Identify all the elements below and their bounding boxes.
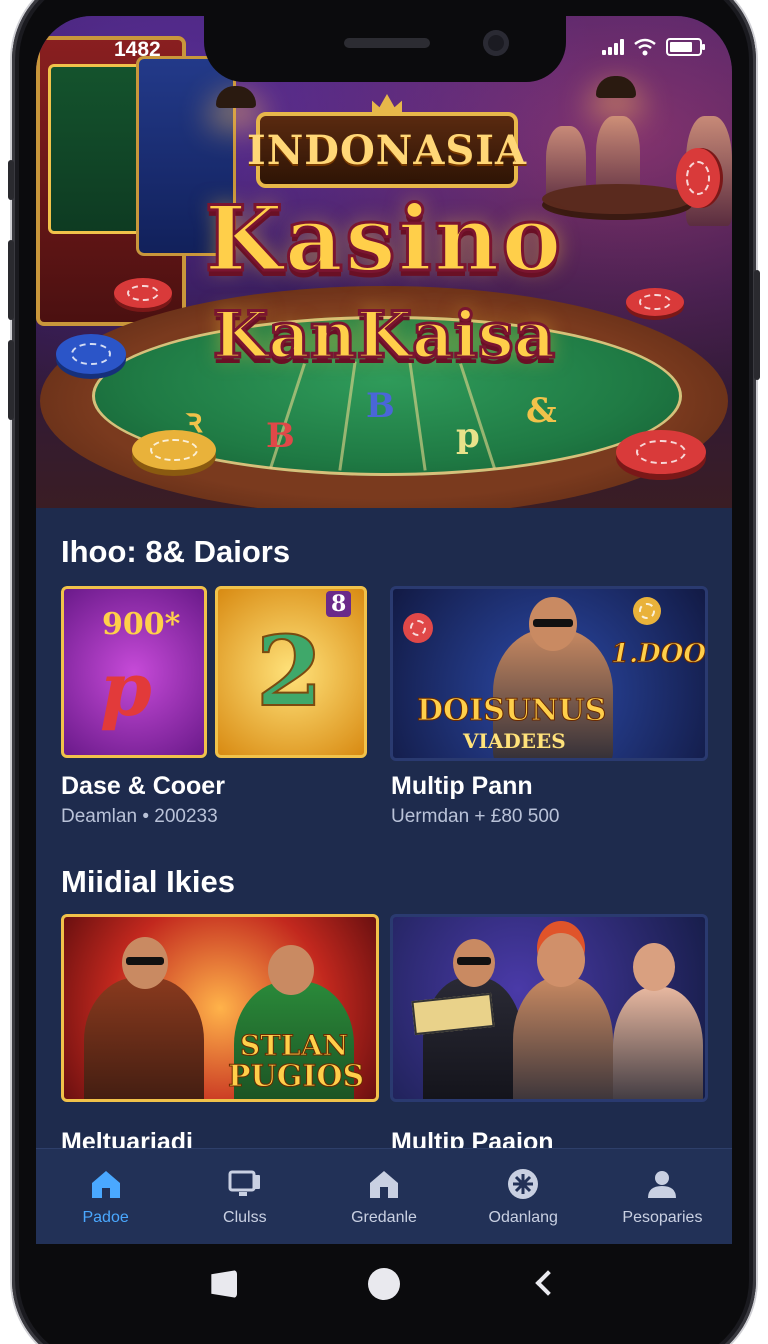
hero-title-plate: INDONASIA bbox=[247, 112, 526, 188]
poker-chip-icon bbox=[132, 430, 216, 470]
nav-label-odanlang: Odanlang bbox=[488, 1208, 558, 1226]
game-tile-gold: 2 8 bbox=[215, 586, 367, 758]
status-time: 1482 bbox=[114, 38, 161, 61]
nav-item-gredanle[interactable]: Gredanle bbox=[314, 1149, 453, 1244]
system-back-button[interactable] bbox=[531, 1269, 557, 1299]
nav-label-pesoparies: Pesoparies bbox=[622, 1208, 703, 1226]
bottom-navigation: Padoe Clulss Gredanle Odanlang Pesoparie… bbox=[36, 1148, 732, 1244]
home-icon bbox=[91, 1170, 120, 1198]
cell-signal-icon bbox=[602, 39, 624, 55]
hero-logo-line1: Kasino bbox=[203, 185, 564, 294]
status-icons bbox=[602, 38, 705, 56]
nav-label-clulss: Clulss bbox=[223, 1208, 267, 1226]
recent-apps-button[interactable] bbox=[211, 1270, 238, 1298]
power-button bbox=[754, 270, 760, 380]
system-home-button[interactable] bbox=[367, 1268, 400, 1300]
game-card-meltuariadi[interactable]: STLAN PUGIOS bbox=[61, 914, 379, 1102]
game-card-dase-cooer[interactable]: 900* p 2 8 bbox=[61, 586, 369, 761]
nav-item-clulss[interactable]: Clulss bbox=[175, 1149, 314, 1244]
card-title-dase-cooer: Dase & Cooer bbox=[61, 772, 225, 800]
ceiling-lamp-icon bbox=[216, 86, 256, 108]
section-title-bottom: Miidial Ikies bbox=[61, 864, 236, 899]
profile-icon bbox=[648, 1170, 677, 1198]
hero-banner[interactable]: ꝛ B B p & INDONASIA Kasino KanKaisa bbox=[36, 16, 732, 508]
front-camera-icon bbox=[483, 30, 509, 56]
card-subtitle-multip-pann: Uermdan + £80 500 bbox=[391, 806, 560, 827]
mute-switch bbox=[8, 160, 14, 200]
hero-plate-text: INDONASIA bbox=[246, 126, 528, 174]
wifi-icon bbox=[634, 38, 656, 56]
hero-logo-line2: KanKaisa bbox=[211, 297, 557, 375]
volume-down-button bbox=[8, 340, 14, 420]
main-content: Ihoo: 8& Daiors 900* p 2 8 Dase & Cooer … bbox=[36, 508, 732, 1168]
card-title-multip-pann: Multip Pann bbox=[391, 772, 533, 800]
section-title-top: Ihoo: 8& Daiors bbox=[61, 534, 291, 569]
game-tile-purple: 900* p bbox=[61, 586, 207, 758]
nav-item-pesoparies[interactable]: Pesoparies bbox=[593, 1149, 732, 1244]
camera-notch bbox=[204, 16, 566, 82]
app-screen: ꝛ B B p & INDONASIA Kasino KanKaisa 1482 bbox=[36, 16, 732, 1244]
card-subtitle-dase-cooer: Deamlan • 200233 bbox=[61, 806, 218, 827]
nav-item-odanlang[interactable]: Odanlang bbox=[454, 1149, 593, 1244]
ceiling-lamp-icon bbox=[596, 76, 636, 98]
battery-icon bbox=[666, 38, 705, 56]
volume-up-button bbox=[8, 240, 14, 320]
roulette-icon bbox=[508, 1168, 539, 1199]
game-card-multip-pann[interactable]: DOISUNUS VIADEES 1.DOOS bbox=[390, 586, 708, 761]
earpiece-speaker bbox=[344, 38, 430, 48]
game-card-multip-paajon[interactable] bbox=[390, 914, 708, 1102]
nav-item-padoe[interactable]: Padoe bbox=[36, 1149, 175, 1244]
nav-label-padoe: Padoe bbox=[82, 1208, 129, 1226]
poker-chip-icon bbox=[616, 430, 706, 474]
monitor-icon bbox=[228, 1170, 260, 1196]
house-icon bbox=[370, 1170, 398, 1198]
system-navigation-bar bbox=[36, 1244, 732, 1324]
status-bar: 1482 bbox=[36, 16, 732, 82]
nav-label-gredanle: Gredanle bbox=[351, 1208, 417, 1226]
